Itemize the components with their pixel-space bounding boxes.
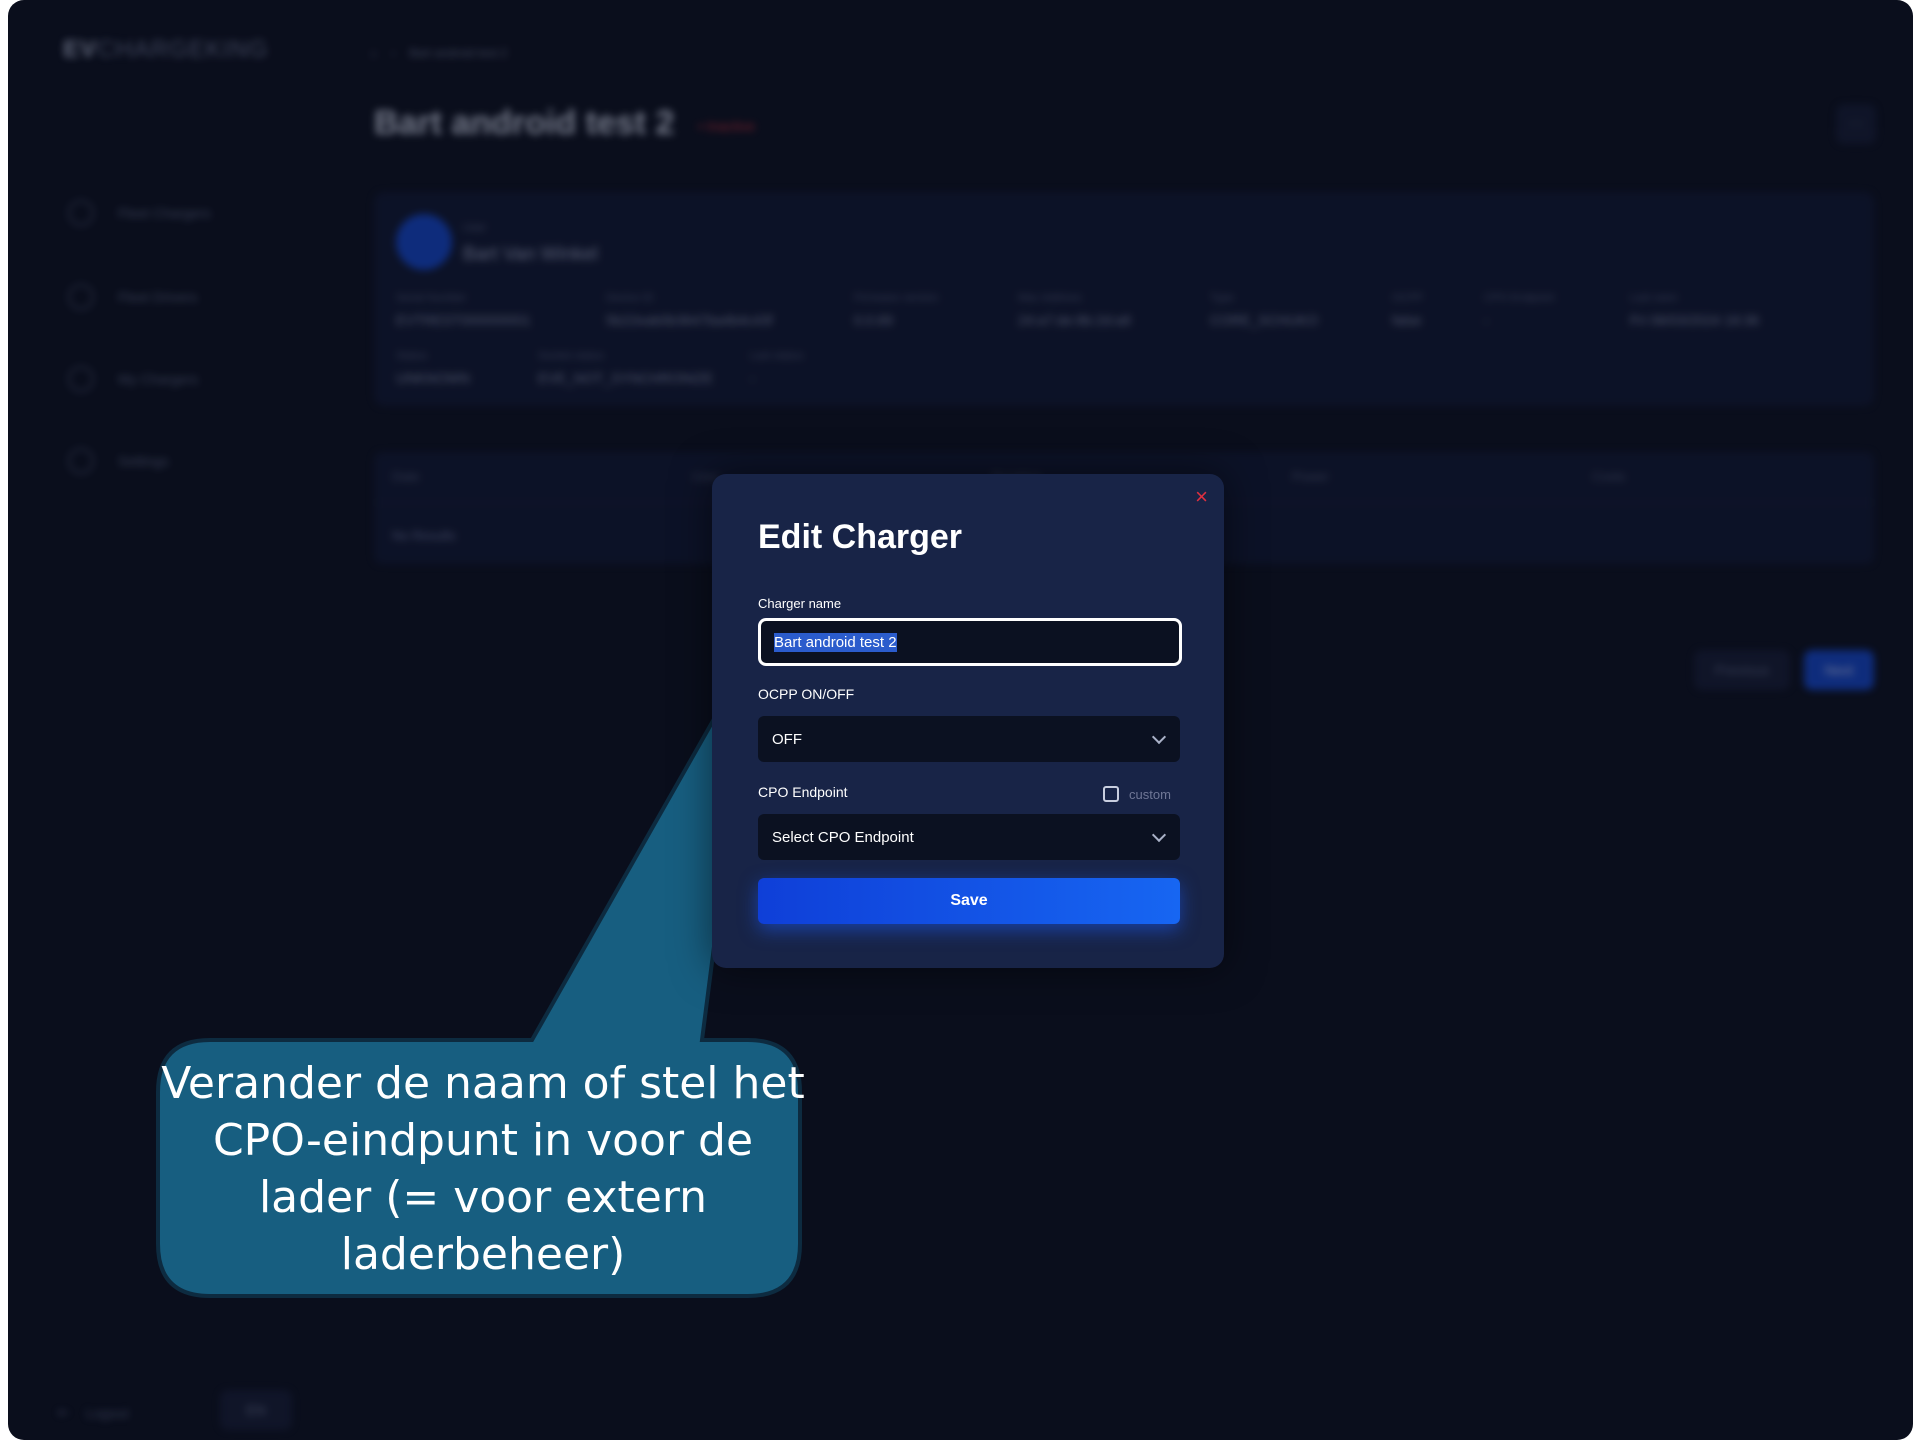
edit-charger-modal: × Edit Charger Charger name Bart android… xyxy=(712,474,1224,968)
screen: EVCHARGEKING ⌂ › Bart android test 2 Fle… xyxy=(8,0,1913,1440)
custom-endpoint-toggle[interactable]: custom xyxy=(1103,786,1171,802)
charger-name-label: Charger name xyxy=(758,596,842,611)
cpo-endpoint-label: CPO Endpoint xyxy=(758,784,848,800)
chevron-down-icon xyxy=(1151,827,1167,842)
ocpp-select[interactable]: OFF xyxy=(758,716,1180,762)
cpo-endpoint-select[interactable]: Select CPO Endpoint xyxy=(758,814,1180,860)
cpo-endpoint-selected-value: Select CPO Endpoint xyxy=(772,828,914,846)
close-icon[interactable]: × xyxy=(1195,486,1208,508)
charger-name-value: Bart android test 2 xyxy=(774,632,897,652)
modal-title: Edit Charger xyxy=(758,518,963,556)
chevron-down-icon xyxy=(1151,729,1167,744)
custom-checkbox[interactable] xyxy=(1103,786,1119,802)
charger-name-input[interactable]: Bart android test 2 xyxy=(758,618,1182,666)
save-button[interactable]: Save xyxy=(758,878,1180,924)
callout-text: Verander de naam of stel het CPO-eindpun… xyxy=(161,1058,805,1280)
ocpp-selected-value: OFF xyxy=(772,730,802,748)
ocpp-label: OCPP ON/OFF xyxy=(758,686,855,702)
custom-checkbox-label: custom xyxy=(1129,786,1171,802)
